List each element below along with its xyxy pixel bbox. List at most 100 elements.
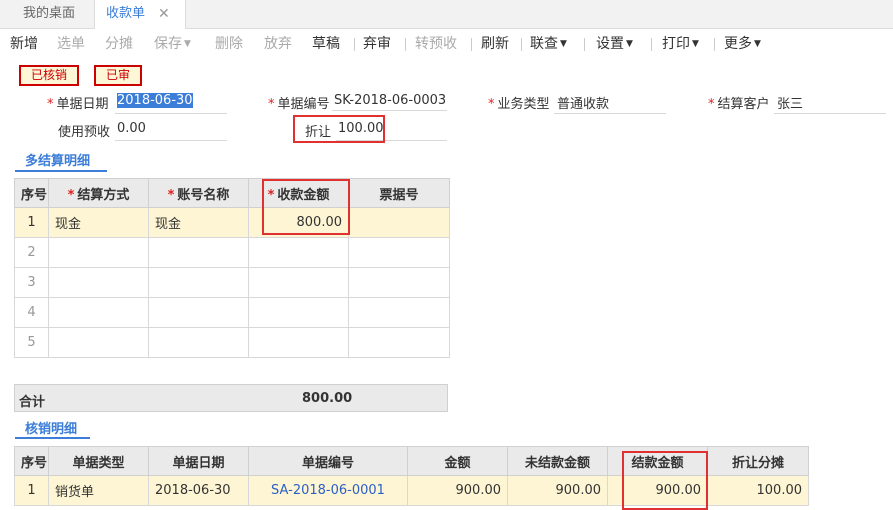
settlement-section-title[interactable]: 多结算明细 bbox=[25, 150, 90, 169]
field-underline bbox=[332, 110, 447, 111]
doc-no-field[interactable]: SK-2018-06-0003 bbox=[334, 93, 446, 108]
doc-type-cell: 销货单 bbox=[48, 475, 149, 506]
prepay-field[interactable]: 0.00 bbox=[117, 121, 146, 136]
account-name-cell[interactable] bbox=[148, 327, 249, 358]
tab-receipt-label: 收款单 bbox=[106, 6, 146, 21]
table-header-row: 序号 * 结算方式 * 账号名称 * 收款金额 票据号 bbox=[14, 178, 450, 208]
draft-button[interactable]: 草稿 bbox=[312, 29, 340, 59]
amount-cell[interactable] bbox=[248, 237, 349, 268]
biz-type-label: * 业务类型 bbox=[488, 93, 550, 112]
account-name-cell[interactable] bbox=[148, 297, 249, 328]
row-index: 1 bbox=[14, 207, 49, 238]
writeoff-section-title[interactable]: 核销明细 bbox=[25, 418, 77, 437]
toolbar: 新增 选单 分摊 保存 ▼ 删除 放弃 草稿 弃审 转预收 刷新 联查 ▼ 设置 ▼ … bbox=[0, 29, 893, 59]
doc-date-label-text: 单据日期 bbox=[56, 97, 109, 112]
column-header: 金额 bbox=[407, 446, 508, 476]
amount-cell[interactable] bbox=[248, 297, 349, 328]
abandon-button[interactable]: 放弃 bbox=[264, 29, 292, 59]
table-row[interactable]: 4 bbox=[14, 297, 450, 328]
chevron-down-icon: ▼ bbox=[626, 39, 633, 49]
audited-badge: 已审 bbox=[94, 65, 142, 86]
biz-type-field[interactable]: 普通收款 bbox=[557, 93, 609, 112]
column-header-text: 账号名称 bbox=[177, 187, 230, 203]
chevron-down-icon: ▼ bbox=[184, 39, 191, 49]
account-name-cell[interactable] bbox=[148, 237, 249, 268]
required-marker: * bbox=[488, 97, 495, 112]
doc-no-label-text: 单据编号 bbox=[277, 97, 330, 112]
save-button[interactable]: 保存 ▼ bbox=[154, 29, 191, 59]
tab-receipt[interactable]: 收款单 ✕ bbox=[94, 0, 186, 29]
toolbar-divider bbox=[354, 38, 355, 51]
settlement-method-cell[interactable] bbox=[48, 327, 149, 358]
table-row[interactable]: 2 bbox=[14, 237, 450, 268]
tab-home[interactable]: 我的桌面 bbox=[23, 0, 75, 28]
customer-label-text: 结算客户 bbox=[717, 97, 770, 112]
tab-bar: 我的桌面 收款单 ✕ bbox=[0, 0, 893, 29]
more-button[interactable]: 更多 ▼ bbox=[724, 29, 761, 59]
delete-button[interactable]: 删除 bbox=[215, 29, 243, 59]
required-marker: * bbox=[268, 97, 275, 112]
toolbar-divider bbox=[714, 38, 715, 51]
print-button[interactable]: 打印 ▼ bbox=[662, 29, 699, 59]
doc-no-link[interactable]: SA-2018-06-0001 bbox=[248, 475, 408, 506]
section-underline bbox=[15, 170, 107, 172]
amount-cell[interactable] bbox=[248, 327, 349, 358]
settlement-method-cell[interactable] bbox=[48, 297, 149, 328]
chevron-down-icon: ▼ bbox=[754, 39, 761, 49]
settlement-method-cell[interactable] bbox=[48, 237, 149, 268]
column-header: 序号 bbox=[14, 178, 49, 208]
allocate-button[interactable]: 分摊 bbox=[105, 29, 133, 59]
field-underline bbox=[115, 113, 227, 114]
toolbar-divider bbox=[405, 38, 406, 51]
annotation-box bbox=[622, 451, 708, 510]
bill-no-cell[interactable] bbox=[348, 267, 450, 298]
annotation-box bbox=[262, 179, 350, 235]
account-name-cell[interactable]: 现金 bbox=[148, 207, 249, 238]
select-doc-button[interactable]: 选单 bbox=[57, 29, 85, 59]
to-prepay-button[interactable]: 转预收 bbox=[415, 29, 457, 59]
column-header: 序号 bbox=[14, 446, 49, 476]
column-header: 未结款金额 bbox=[507, 446, 608, 476]
link-query-label: 联查 bbox=[530, 36, 558, 52]
discount-allocation-cell[interactable]: 100.00 bbox=[707, 475, 809, 506]
chevron-down-icon: ▼ bbox=[692, 39, 699, 49]
column-header-text: 结算方式 bbox=[77, 187, 130, 203]
customer-field[interactable]: 张三 bbox=[777, 93, 803, 112]
bill-no-cell[interactable] bbox=[348, 327, 450, 358]
required-marker: * bbox=[167, 187, 175, 203]
doc-date-label: * 单据日期 bbox=[47, 93, 109, 112]
settlement-method-cell[interactable] bbox=[48, 267, 149, 298]
settings-button[interactable]: 设置 ▼ bbox=[596, 29, 633, 59]
table-row[interactable]: 1 现金 现金 800.00 bbox=[14, 207, 450, 238]
table-row[interactable]: 3 bbox=[14, 267, 450, 298]
refresh-button[interactable]: 刷新 bbox=[481, 29, 509, 59]
unaudit-button[interactable]: 弃审 bbox=[363, 29, 391, 59]
bill-no-cell[interactable] bbox=[348, 237, 450, 268]
biz-type-label-text: 业务类型 bbox=[497, 97, 550, 112]
field-underline bbox=[554, 113, 666, 114]
total-bar: 合计 800.00 bbox=[14, 384, 448, 412]
unsettled-amount-cell: 900.00 bbox=[507, 475, 608, 506]
written-off-badge: 已核销 bbox=[19, 65, 79, 86]
column-header: 单据编号 bbox=[248, 446, 408, 476]
row-index: 4 bbox=[14, 297, 49, 328]
total-amount: 800.00 bbox=[302, 391, 353, 406]
account-name-cell[interactable] bbox=[148, 267, 249, 298]
doc-date-field[interactable]: 2018-06-30 bbox=[117, 93, 193, 108]
amount-cell[interactable] bbox=[248, 267, 349, 298]
row-index: 2 bbox=[14, 237, 49, 268]
field-underline bbox=[115, 140, 227, 141]
row-index: 1 bbox=[14, 475, 49, 506]
amount-cell: 900.00 bbox=[407, 475, 508, 506]
doc-date-cell: 2018-06-30 bbox=[148, 475, 249, 506]
table-row[interactable]: 5 bbox=[14, 327, 450, 358]
bill-no-cell[interactable] bbox=[348, 207, 450, 238]
settlement-method-cell[interactable]: 现金 bbox=[48, 207, 149, 238]
bill-no-cell[interactable] bbox=[348, 297, 450, 328]
link-query-button[interactable]: 联查 ▼ bbox=[530, 29, 567, 59]
toolbar-divider bbox=[584, 38, 585, 51]
required-marker: * bbox=[67, 187, 75, 203]
column-header: 折让分摊 bbox=[707, 446, 809, 476]
close-icon[interactable]: ✕ bbox=[158, 0, 170, 28]
new-button[interactable]: 新增 bbox=[10, 29, 38, 59]
